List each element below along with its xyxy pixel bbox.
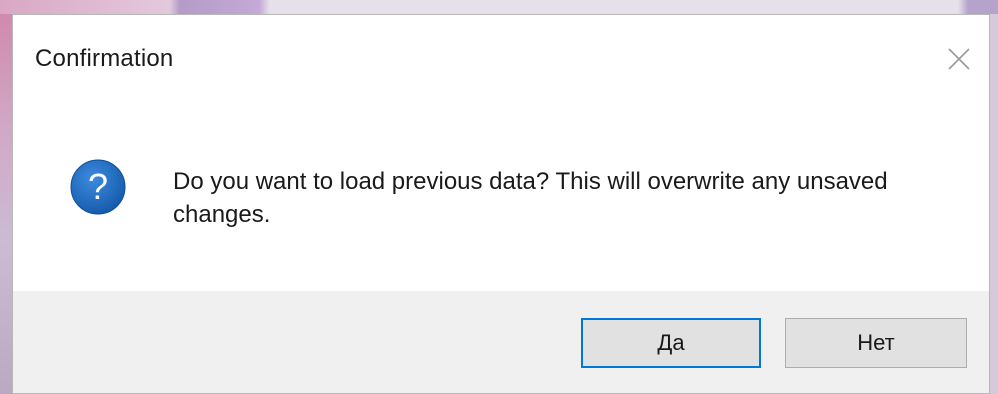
no-button[interactable]: Нет xyxy=(785,318,967,368)
dialog-message: Do you want to load previous data? This … xyxy=(173,168,888,228)
background-window-right xyxy=(990,14,998,394)
confirmation-dialog: Confirmation ? Do you want to load previ… xyxy=(12,14,990,394)
svg-text:?: ? xyxy=(88,166,108,207)
close-icon xyxy=(948,48,970,70)
background-window-left xyxy=(0,14,12,394)
yes-button[interactable]: Да xyxy=(581,318,761,368)
dialog-title: Confirmation xyxy=(35,45,174,72)
question-icon: ? xyxy=(69,158,127,216)
background-window-top xyxy=(0,0,998,14)
close-button[interactable] xyxy=(943,43,975,75)
dialog-button-bar: Да Нет xyxy=(13,291,989,393)
